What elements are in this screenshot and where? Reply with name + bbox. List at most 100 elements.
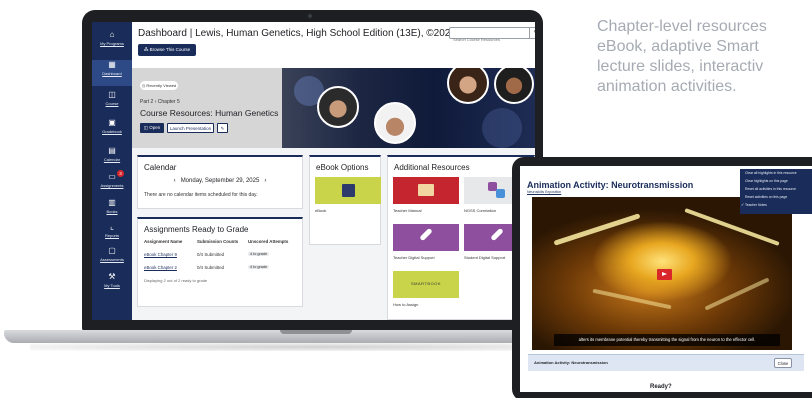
open-button[interactable]: ◫ Open	[140, 123, 164, 133]
close-button[interactable]: Close	[774, 358, 792, 368]
search-input[interactable]	[450, 34, 528, 45]
sidebar-item-assignments[interactable]: ▭ 3 Assignments	[92, 170, 132, 198]
resource-label: Teacher Manual	[393, 208, 422, 213]
caption-line: animation activities.	[597, 78, 737, 95]
assignments-title: Assignments Ready to Grade	[144, 225, 249, 234]
assignments-card: Assignments Ready to Grade Assignment Na…	[137, 217, 303, 307]
video-caption: alters its membrane potential thereby tr…	[554, 334, 780, 346]
ebook-label: eBook	[315, 208, 327, 213]
sidebar-item-label: Course	[105, 101, 119, 106]
caption-line: lecture slides, interactiv	[597, 58, 764, 75]
column-header: Assignment Name	[144, 239, 183, 244]
animation-subtitle[interactable]: Neuroskills Exposition	[527, 190, 561, 194]
sidebar-item-course[interactable]: ◫ Course	[92, 90, 132, 116]
sidebar-item-books[interactable]: ▥ Books	[92, 198, 132, 224]
neuron-fiber	[553, 213, 641, 246]
sidebar: ⌂ My Programs ▦ Dashboard ◫ Course ▣ Gra…	[92, 22, 132, 320]
sidebar-item-label: My Tools	[104, 283, 120, 288]
feature-caption: Chapter-level resources eBook, adaptive …	[597, 17, 812, 97]
tablet-screen: Animation Activity: Neurotransmission Ne…	[520, 166, 812, 392]
reports-icon: ⌞	[110, 222, 114, 231]
sidebar-item-label: Reports	[104, 233, 119, 238]
next-day-icon[interactable]: ›	[264, 178, 266, 184]
menu-item-reset-page-activities[interactable]: Reset activities on this page	[745, 195, 787, 199]
laptop-notch	[280, 330, 352, 334]
calendar-date-nav: ‹ Monday, September 29, 2025 ›	[138, 178, 302, 184]
tablet: Animation Activity: Neurotransmission Ne…	[512, 157, 812, 398]
sidebar-item-label: Gradebook	[102, 129, 122, 134]
webcam	[308, 14, 312, 18]
additional-resources-title: Additional Resources	[394, 163, 470, 172]
sidebar-item-calendar[interactable]: ▤ Calendar	[92, 146, 132, 172]
smartbook-logo-text: SMARTBOOK	[411, 281, 441, 286]
caption-line: Chapter-level resources	[597, 18, 767, 35]
animation-title: Animation Activity: Neurotransmission	[527, 180, 694, 190]
manual-icon	[418, 184, 434, 196]
menu-item-clear-page-highlights[interactable]: Clear highlights on this page	[745, 179, 788, 183]
resource-thumbnail	[393, 224, 459, 251]
browse-course-button[interactable]: ⁂ Browse This Course	[138, 44, 196, 56]
breadcrumb: Part 2 › Chapter 5	[140, 99, 180, 105]
search-icon[interactable]: ⚲	[529, 28, 535, 38]
sidebar-item-my-tools[interactable]: ⚒ My Tools	[92, 272, 132, 298]
menu-item-reset-all-activities[interactable]: Reset all activities in this resource	[745, 187, 796, 191]
neuron-fiber	[704, 277, 770, 311]
student-avatar	[374, 102, 416, 144]
dashboard-icon: ▦	[108, 60, 116, 69]
sidebar-item-assessments[interactable]: ▢ Assessments	[92, 246, 132, 272]
sidebar-item-my-programs[interactable]: ⌂ My Programs	[92, 30, 132, 56]
assignments-count-badge: 3	[117, 170, 124, 177]
menu-item-clear-all-highlights[interactable]: Clear all highlights in this resource	[745, 171, 797, 175]
ready-heading: Ready?	[650, 384, 672, 390]
neuron-fiber	[592, 288, 672, 310]
sidebar-item-label: Books	[106, 209, 118, 214]
animation-footer-bar: Animation Activity: Neurotransmission Cl…	[528, 354, 804, 371]
link-icon	[490, 227, 504, 242]
resource-thumbnail	[393, 177, 459, 204]
animation-video[interactable]: alters its membrane potential thereby tr…	[532, 197, 792, 350]
grade-status-badge[interactable]: 4 to grade	[248, 252, 270, 256]
resource-label: NGSS Correlation	[464, 208, 497, 213]
sidebar-item-label: Assessments	[100, 257, 124, 262]
checkmark-icon: ✓	[741, 202, 745, 207]
laptop-screen: ⌂ My Programs ▦ Dashboard ◫ Course ▣ Gra…	[92, 22, 535, 320]
tools-icon: ⚒	[108, 272, 116, 281]
sidebar-item-label: Calendar	[103, 157, 121, 162]
calendar-date: Monday, September 29, 2025	[180, 178, 260, 184]
book-icon: ◫	[108, 90, 116, 99]
assignment-link[interactable]: eBook Chapter 9	[144, 252, 177, 257]
student-avatar	[494, 68, 534, 104]
course-title: Course Resources: Human Genetics	[140, 108, 279, 118]
animation-footer-label: Animation Activity: Neurotransmission	[534, 360, 608, 365]
submission-count: 0/4 Submitted	[197, 252, 225, 257]
sidebar-item-label: Assignments	[100, 183, 124, 188]
search-field[interactable]: ⚲	[449, 27, 535, 45]
ebook-options-card: eBook Options eBook	[309, 155, 381, 245]
options-menu: Clear all highlights in this resource Cl…	[740, 169, 812, 214]
sidebar-item-gradebook[interactable]: ▣ Gradebook	[92, 118, 132, 144]
hero-photo	[282, 68, 535, 148]
sidebar-item-reports[interactable]: ⌞ Reports	[92, 222, 132, 248]
play-icon[interactable]	[657, 269, 672, 280]
home-icon: ⌂	[109, 30, 115, 39]
assignment-link[interactable]: eBook Chapter 2	[144, 265, 177, 270]
student-avatar	[447, 68, 489, 104]
grade-status-badge[interactable]: 4 to grade	[248, 265, 270, 269]
resource-label: How to Assign	[393, 302, 419, 307]
menu-item-teacher-notes[interactable]: Teacher Notes	[745, 203, 767, 207]
gradebook-icon: ▣	[108, 118, 116, 127]
assessments-icon: ▢	[108, 246, 116, 255]
column-header: Unscored Attempts	[248, 239, 289, 244]
course-hero: ◷ Recently Viewed Part 2 › Chapter 5 Cou…	[132, 68, 535, 148]
calendar-empty-message: There are no calendar items scheduled fo…	[144, 192, 258, 198]
recently-viewed-badge: ◷ Recently Viewed	[140, 81, 178, 90]
prev-day-icon[interactable]: ‹	[174, 178, 176, 184]
header: Dashboard | Lewis, Human Genetics, High …	[132, 22, 535, 68]
sidebar-item-dashboard[interactable]: ▦ Dashboard	[92, 60, 132, 86]
student-avatar	[317, 86, 359, 128]
launch-presentation-button[interactable]: Launch Presentation	[167, 123, 214, 133]
main-content: Dashboard | Lewis, Human Genetics, High …	[132, 22, 535, 320]
sidebar-item-label: Dashboard	[102, 71, 122, 76]
edit-icon[interactable]: ✎	[217, 123, 228, 133]
resource-label: Student Digital Support	[464, 255, 506, 260]
